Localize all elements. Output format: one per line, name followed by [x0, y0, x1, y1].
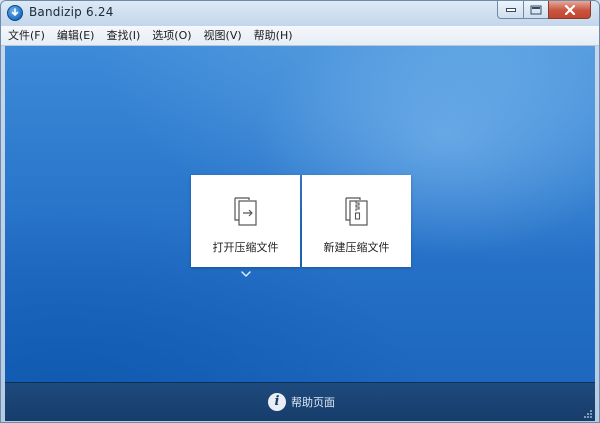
close-button[interactable] [548, 1, 591, 19]
new-archive-label: 新建压缩文件 [323, 241, 390, 254]
menu-help[interactable]: 帮助(H) [248, 26, 299, 45]
help-page-label: 帮助页面 [291, 396, 335, 409]
resize-grip-icon[interactable] [583, 409, 593, 419]
new-archive-icon [344, 197, 368, 226]
menu-find[interactable]: 查找(I) [100, 26, 146, 45]
help-page-link[interactable]: i 帮助页面 [268, 392, 335, 412]
bandizip-logo-icon[interactable] [7, 5, 23, 21]
title-bar[interactable]: Bandizip 6.24 [1, 1, 599, 26]
info-icon: i [268, 393, 286, 411]
menu-options[interactable]: 选项(O) [146, 26, 197, 45]
footer-bar: i 帮助页面 [5, 382, 595, 421]
new-archive-button[interactable]: 新建压缩文件 [302, 175, 411, 267]
maximize-button[interactable] [523, 1, 548, 19]
chevron-down-icon[interactable] [240, 270, 252, 278]
open-archive-button[interactable]: 打开压缩文件 [191, 175, 300, 267]
open-archive-icon [233, 197, 257, 226]
menu-view[interactable]: 视图(V) [198, 26, 248, 45]
window-controls [497, 1, 591, 20]
menu-edit[interactable]: 编辑(E) [51, 26, 101, 45]
minimize-button[interactable] [497, 1, 523, 19]
app-window: Bandizip 6.24 文件(F) 编辑(E) 查找(I) 选项(O) 视图… [0, 0, 600, 423]
window-title: Bandizip 6.24 [29, 5, 114, 19]
menu-bar: 文件(F) 编辑(E) 查找(I) 选项(O) 视图(V) 帮助(H) [1, 26, 599, 46]
open-archive-label: 打开压缩文件 [212, 241, 279, 254]
main-content: 打开压缩文件 新建压缩文件 [5, 46, 595, 382]
menu-file[interactable]: 文件(F) [1, 26, 51, 45]
